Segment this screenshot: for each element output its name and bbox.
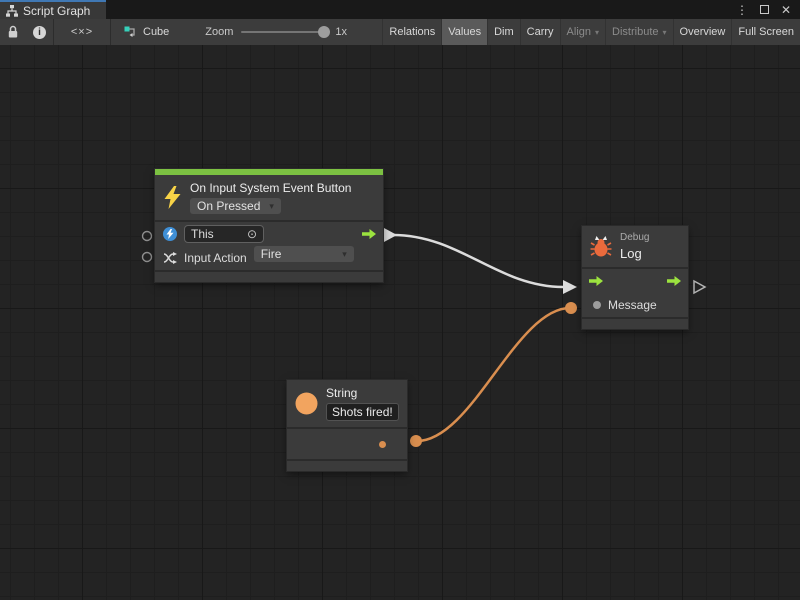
button-label: Align bbox=[567, 26, 591, 38]
flow-out-port[interactable] bbox=[361, 228, 377, 240]
node-title: Log bbox=[620, 246, 649, 261]
node-debug-log[interactable]: Debug Log Message bbox=[582, 226, 688, 329]
chevron-down-icon: ▾ bbox=[595, 28, 599, 37]
zoom-value: 1x bbox=[335, 26, 347, 38]
zoom-label: Zoom bbox=[205, 26, 233, 38]
code-view-icon: <×> bbox=[71, 26, 93, 38]
string-value-input[interactable]: Shots fired! bbox=[326, 403, 399, 421]
lightning-icon bbox=[163, 186, 182, 209]
button-label: Full Screen bbox=[738, 26, 794, 38]
trigger-dropdown[interactable]: On Pressed ▾ bbox=[190, 198, 281, 214]
node-title: On Input System Event Button bbox=[190, 181, 351, 195]
distribute-dropdown[interactable]: Distribute ▾ bbox=[605, 19, 672, 45]
code-view-button[interactable]: <×> bbox=[54, 19, 110, 45]
button-label: Relations bbox=[389, 26, 435, 38]
target-row: This ⊙ bbox=[155, 222, 383, 246]
string-out-port[interactable] bbox=[379, 441, 386, 448]
input-action-row: Input Action Fire ▾ bbox=[155, 246, 383, 270]
node-title: String bbox=[326, 386, 399, 400]
graph-toolbar: i <×> Cube Zoom 1x Relations Values Dim … bbox=[0, 19, 800, 45]
align-dropdown[interactable]: Align ▾ bbox=[560, 19, 605, 45]
string-type-icon bbox=[295, 392, 318, 415]
toolbar-actions: Relations Values Dim Carry Align ▾ Distr… bbox=[382, 19, 800, 45]
flow-wire[interactable] bbox=[393, 235, 563, 287]
tabbar-spacer bbox=[106, 0, 736, 19]
message-row: Message bbox=[582, 293, 688, 317]
target-value: This bbox=[191, 227, 214, 241]
close-icon[interactable]: ✕ bbox=[781, 4, 791, 16]
relations-button[interactable]: Relations bbox=[382, 19, 441, 45]
target-field[interactable]: This ⊙ bbox=[184, 225, 264, 243]
window-controls: ⋮ ✕ bbox=[736, 0, 800, 19]
values-button[interactable]: Values bbox=[441, 19, 487, 45]
inspector-button[interactable]: i bbox=[26, 19, 53, 45]
flow-in-port[interactable] bbox=[588, 275, 604, 287]
output-row bbox=[287, 429, 407, 459]
button-label: Distribute bbox=[612, 26, 658, 38]
carry-button[interactable]: Carry bbox=[520, 19, 560, 45]
bug-icon bbox=[590, 235, 612, 258]
flow-wire-end-arrow[interactable] bbox=[563, 280, 577, 294]
node-footer bbox=[287, 461, 407, 471]
node-string-literal[interactable]: String Shots fired! bbox=[287, 380, 407, 471]
window-menu-icon[interactable]: ⋮ bbox=[736, 4, 748, 16]
node-on-input-system-event-button[interactable]: On Input System Event Button On Pressed … bbox=[155, 169, 383, 282]
graph-breadcrumb[interactable]: Cube bbox=[111, 19, 181, 45]
lock-button[interactable] bbox=[0, 19, 26, 45]
message-label: Message bbox=[608, 298, 657, 312]
node-footer bbox=[582, 319, 688, 329]
flow-wire-start-arrow[interactable] bbox=[384, 228, 397, 242]
tab-bar: Script Graph ⋮ ✕ bbox=[0, 0, 800, 19]
button-label: Overview bbox=[680, 26, 726, 38]
input-action-icon bbox=[163, 252, 177, 264]
input-action-value: Fire bbox=[261, 247, 282, 261]
value-wire-end-dot[interactable] bbox=[565, 302, 577, 314]
button-label: Carry bbox=[527, 26, 554, 38]
zoom-control: Zoom 1x bbox=[205, 19, 347, 45]
node-footer bbox=[155, 272, 383, 282]
input-action-dropdown[interactable]: Fire ▾ bbox=[254, 246, 354, 262]
button-label: Values bbox=[448, 26, 481, 38]
node-header: Debug Log bbox=[582, 226, 688, 267]
object-picker-icon: ⊙ bbox=[247, 228, 257, 240]
node-header: String Shots fired! bbox=[287, 380, 407, 427]
node-header: On Input System Event Button On Pressed … bbox=[155, 175, 383, 220]
flow-row bbox=[582, 269, 688, 293]
lock-icon bbox=[7, 25, 19, 39]
zoom-slider[interactable] bbox=[241, 31, 327, 33]
zoom-slider-handle[interactable] bbox=[318, 26, 330, 38]
debug-flow-out-port[interactable] bbox=[694, 281, 705, 293]
event-action-port[interactable] bbox=[143, 253, 152, 262]
graph-canvas[interactable]: On Input System Event Button On Pressed … bbox=[0, 45, 800, 600]
gameobject-type-icon bbox=[163, 227, 177, 241]
tab-title: Script Graph bbox=[23, 4, 90, 18]
overview-button[interactable]: Overview bbox=[673, 19, 732, 45]
fullscreen-button[interactable]: Full Screen bbox=[731, 19, 800, 45]
script-graph-asset-icon bbox=[123, 25, 137, 39]
message-port[interactable] bbox=[593, 301, 601, 309]
tab-script-graph[interactable]: Script Graph bbox=[0, 0, 106, 19]
chevron-down-icon: ▾ bbox=[342, 249, 347, 260]
flow-out-port[interactable] bbox=[666, 275, 682, 287]
dim-button[interactable]: Dim bbox=[487, 19, 520, 45]
info-icon: i bbox=[33, 26, 46, 39]
node-category: Debug bbox=[620, 232, 649, 243]
value-wire[interactable] bbox=[417, 308, 570, 441]
chevron-down-icon: ▾ bbox=[663, 28, 667, 37]
graph-hierarchy-icon bbox=[6, 5, 18, 17]
trigger-value: On Pressed bbox=[197, 199, 260, 213]
button-label: Dim bbox=[494, 26, 514, 38]
input-action-label: Input Action bbox=[184, 251, 247, 265]
maximize-icon[interactable] bbox=[760, 5, 769, 14]
event-target-port[interactable] bbox=[143, 232, 152, 241]
graph-name: Cube bbox=[143, 26, 169, 38]
value-wire-start-dot[interactable] bbox=[410, 435, 422, 447]
chevron-down-icon: ▾ bbox=[269, 201, 274, 212]
